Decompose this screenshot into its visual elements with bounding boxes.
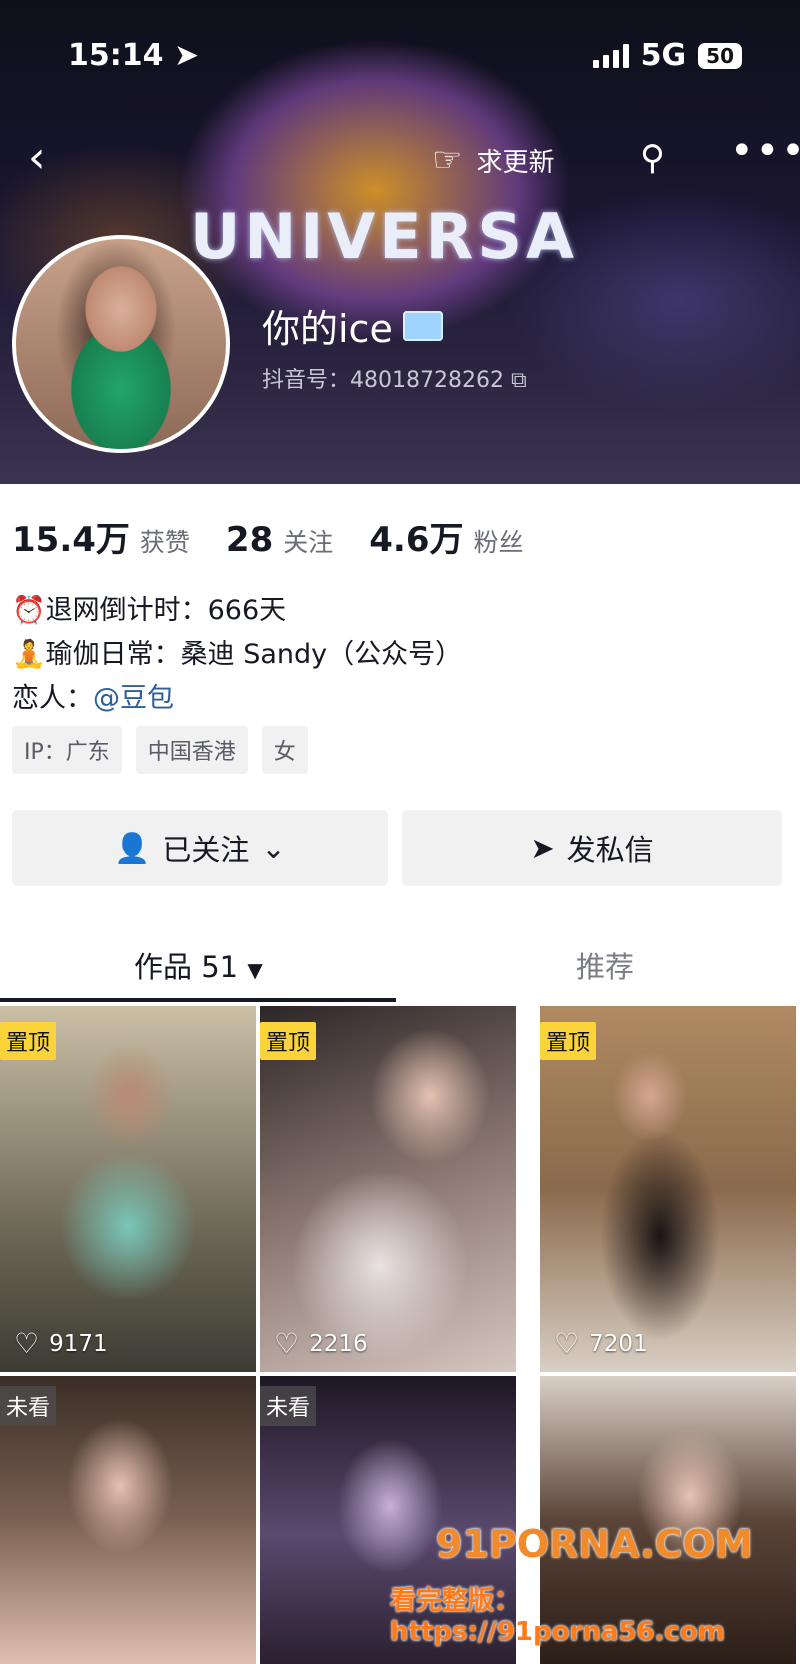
send-message-button[interactable]: ➤ 发私信 <box>402 810 782 886</box>
request-update-label: 求更新 <box>476 147 555 178</box>
ice-emoji-icon <box>402 310 443 341</box>
video-tile[interactable]: 未看 <box>0 1376 256 1664</box>
stat-followers-value: 4.6万 <box>369 520 464 560</box>
unwatched-badge: 未看 <box>0 1386 57 1426</box>
follow-user-icon: 👤 <box>114 830 151 865</box>
stat-following-label: 关注 <box>283 528 334 557</box>
pinned-badge: 置顶 <box>260 1022 317 1060</box>
like-count-value: 7201 <box>589 1331 648 1357</box>
avatar[interactable] <box>12 235 230 453</box>
bio-line-yoga: 🧘瑜伽日常：桑迪 Sandy（公众号） <box>12 639 463 670</box>
unwatched-badge: 未看 <box>260 1386 317 1426</box>
request-update-button[interactable]: ☞ 求更新 <box>432 140 555 180</box>
video-tile[interactable]: 置顶 ♡ 9171 <box>0 1006 256 1372</box>
like-count: ♡ 2216 <box>274 1330 368 1358</box>
send-icon: ➤ <box>530 831 555 865</box>
douyin-id-text: 抖音号：48018728262 <box>262 368 504 393</box>
stat-followers[interactable]: 4.6万 粉丝 <box>369 512 523 561</box>
tab-works[interactable]: 作品 51 ▼ <box>134 944 263 986</box>
content-tabs: 作品 51 ▼ 推荐 <box>0 944 800 1004</box>
hand-point-icon: ☞ <box>432 140 463 180</box>
nickname: 你的ice <box>262 307 393 351</box>
stat-likes-value: 15.4万 <box>12 520 130 560</box>
active-tab-indicator <box>0 998 396 1002</box>
watermark-link: 看完整版：https://91porna56.com <box>390 1586 725 1647</box>
profile-header: UNIVERSA 15:14 ➤ 5G 50 ‹ ☞ 求更新 ⚲ ••• 你的i… <box>0 0 800 484</box>
bio-line-countdown: ⏰退网倒计时：666天 <box>12 595 287 626</box>
network-type: 5G <box>640 38 687 73</box>
stat-following[interactable]: 28 关注 <box>226 520 333 560</box>
dropdown-triangle-icon: ▼ <box>247 958 263 982</box>
like-count-value: 9171 <box>49 1331 108 1357</box>
pinned-badge: 置顶 <box>0 1022 57 1060</box>
partner-mention-link[interactable]: @豆包 <box>93 683 174 714</box>
more-icon[interactable]: ••• <box>730 128 800 174</box>
pinned-badge: 置顶 <box>540 1022 597 1060</box>
copy-icon[interactable]: ⧉ <box>511 368 527 393</box>
heart-icon: ♡ <box>14 1327 40 1360</box>
send-message-label: 发私信 <box>566 833 654 867</box>
followed-button[interactable]: 👤 已关注 ⌄ <box>12 810 388 886</box>
heart-icon: ♡ <box>554 1327 580 1360</box>
video-tile[interactable]: 置顶 ♡ 2216 <box>260 1006 516 1372</box>
backdrop-sign: UNIVERSA <box>190 200 579 273</box>
search-icon[interactable]: ⚲ <box>640 138 665 178</box>
nickname-row: 你的ice <box>262 298 443 353</box>
like-count: ♡ 9171 <box>14 1330 108 1358</box>
tag-location: 中国香港 <box>135 726 248 774</box>
tab-works-label: 作品 51 <box>134 950 239 984</box>
chevron-down-icon: ⌄ <box>261 831 286 865</box>
status-time: 15:14 <box>68 38 164 73</box>
bio-partner-prefix: 恋人： <box>12 683 93 714</box>
status-right: 5G 50 <box>592 38 742 73</box>
back-icon[interactable]: ‹ <box>28 132 46 183</box>
like-count-value: 2216 <box>309 1331 368 1357</box>
heart-icon: ♡ <box>274 1327 300 1360</box>
status-time-group: 15:14 ➤ <box>68 38 199 73</box>
location-arrow-icon: ➤ <box>173 38 200 73</box>
stat-followers-label: 粉丝 <box>473 528 524 557</box>
bio-line-partner: 恋人：@豆包 <box>12 676 174 715</box>
tag-gender: 女 <box>261 726 308 774</box>
profile-stats: 15.4万 获赞 28 关注 4.6万 粉丝 <box>12 512 524 561</box>
stat-following-value: 28 <box>225 520 274 560</box>
video-tile[interactable]: 置顶 ♡ 7201 <box>540 1006 796 1372</box>
like-count: ♡ 7201 <box>554 1330 648 1358</box>
signal-icon <box>592 43 629 68</box>
stat-likes[interactable]: 15.4万 获赞 <box>12 512 190 561</box>
stat-likes-label: 获赞 <box>139 528 190 557</box>
watermark-logo: 91PORNA.COM <box>436 1522 753 1566</box>
douyin-id[interactable]: 抖音号：48018728262 ⧉ <box>262 362 527 394</box>
tab-recommend[interactable]: 推荐 <box>576 944 634 986</box>
profile-tags: IP：广东 中国香港 女 <box>12 726 308 774</box>
followed-label: 已关注 <box>162 833 250 867</box>
tag-ip: IP：广东 <box>12 726 122 774</box>
battery-level: 50 <box>698 42 742 69</box>
